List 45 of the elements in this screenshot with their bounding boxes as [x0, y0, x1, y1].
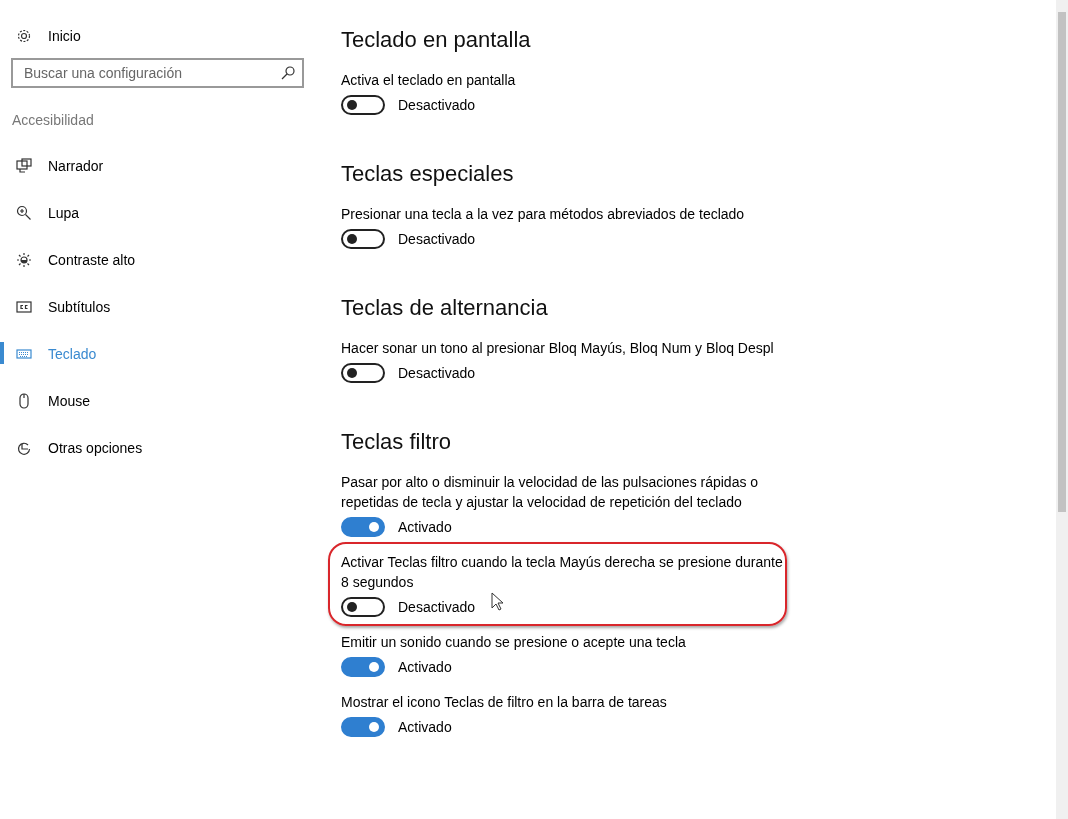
nav-item[interactable]: Mouse: [0, 377, 320, 424]
section-title: Teclas de alternancia: [341, 294, 549, 322]
toggle-switch[interactable]: [341, 717, 385, 737]
search-field[interactable]: Buscar una configuración: [11, 58, 304, 88]
gear-icon: [16, 28, 32, 44]
nav-item[interactable]: Otras opciones: [0, 424, 320, 471]
section-title: Teclado en pantalla: [341, 26, 532, 54]
toggle-state: Desactivado: [398, 599, 476, 615]
toggle-switch[interactable]: [341, 657, 385, 677]
search-icon: [280, 65, 296, 81]
toggle-state: Desactivado: [398, 231, 476, 247]
captions-icon: [16, 298, 32, 315]
mouse-icon: [16, 392, 32, 409]
section-title: Teclas filtro: [341, 428, 453, 456]
setting-description: Emitir un sonido cuando se presione o acepte una tecla: [341, 633, 687, 652]
toggle-state: Activado: [398, 519, 452, 535]
toggle-switch[interactable]: [341, 597, 385, 617]
magnifier-icon: [16, 204, 32, 221]
sun-icon: [16, 251, 32, 268]
toggle-switch[interactable]: [341, 95, 385, 115]
nav-item[interactable]: Contraste alto: [0, 236, 320, 283]
scrollbar-thumb[interactable]: [1058, 12, 1066, 512]
cursor-icon: [491, 592, 503, 611]
setting-description: Activa el teclado en pantalla: [341, 71, 517, 90]
setting-description: Hacer sonar un tono al presionar Bloq Mayús, Bloq Num y Bloq Despl: [341, 339, 775, 358]
toggle-state: Desactivado: [398, 97, 476, 113]
toggle-switch[interactable]: [341, 517, 385, 537]
section-label: Accesibilidad: [11, 111, 95, 130]
nav-item[interactable]: Teclado: [0, 330, 320, 377]
toggle-state: Desactivado: [398, 365, 476, 381]
toggle-state: Activado: [398, 719, 452, 735]
toggle-switch[interactable]: [341, 229, 385, 249]
setting-description: Activar Teclas filtro cuando la tecla Mayús derecha se presione durante 8 segundos: [341, 553, 784, 592]
setting-description: Presionar una tecla a la vez para métodos abreviados de teclado: [341, 205, 746, 224]
home-link[interactable]: Inicio: [0, 24, 320, 48]
scrollbar[interactable]: [1056, 0, 1068, 819]
toggle-state: Activado: [398, 659, 452, 675]
nav-item[interactable]: Narrador: [0, 142, 320, 189]
setting-description: Mostrar el icono Teclas de filtro en la barra de tareas: [341, 693, 668, 712]
setting-description: Pasar por alto o disminuir la velocidad de las pulsaciones rápidas o repetidas de tecla y ajustar la velocidad de repetición del teclado: [341, 473, 760, 512]
monitor-icon: [16, 157, 32, 174]
toggle-switch[interactable]: [341, 363, 385, 383]
nav-item[interactable]: Lupa: [0, 189, 320, 236]
nav-item[interactable]: Subtítulos: [0, 283, 320, 330]
section-title: Teclas especiales: [341, 160, 515, 188]
